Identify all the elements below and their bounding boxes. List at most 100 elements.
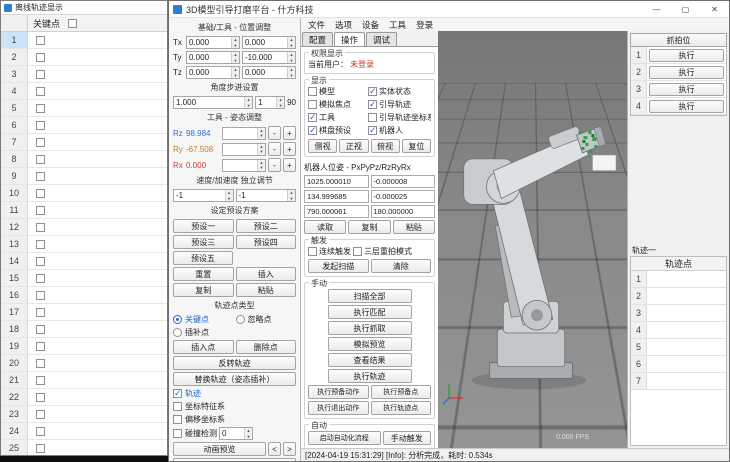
- track-point-row[interactable]: 5: [631, 339, 726, 356]
- ignore-radio[interactable]: [236, 315, 245, 324]
- keypoint-checkbox[interactable]: [36, 342, 45, 351]
- ry-step-spinner[interactable]: ▲▼: [222, 143, 266, 156]
- keypoint-checkbox[interactable]: [36, 410, 45, 419]
- viewport-3d[interactable]: 0.000 FPS: [438, 31, 627, 448]
- keypoint-row[interactable]: 18: [1, 321, 167, 338]
- tab-debug[interactable]: 调试: [366, 32, 397, 46]
- keypoint-checkbox[interactable]: [36, 444, 45, 453]
- keypoint-row-number[interactable]: 10: [1, 185, 28, 201]
- keypoint-column-header[interactable]: 关键点: [28, 17, 167, 30]
- keypoint-checkbox[interactable]: [36, 138, 45, 147]
- keypoint-row[interactable]: 4: [1, 83, 167, 100]
- track-point-row-number[interactable]: 3: [631, 305, 647, 321]
- insert-button[interactable]: 插入: [236, 267, 297, 281]
- keypoint-row[interactable]: 6: [1, 117, 167, 134]
- reset-button[interactable]: 重置: [173, 267, 234, 281]
- keypoint-row[interactable]: 2: [1, 49, 167, 66]
- display-guide-frame[interactable]: 引导轨迹坐标系: [368, 112, 431, 123]
- keypoint-checkbox[interactable]: [36, 172, 45, 181]
- replace-track-button[interactable]: 替换轨迹（姿态插补）: [173, 372, 296, 386]
- keypoint-checkbox[interactable]: [36, 274, 45, 283]
- run-track-point-button[interactable]: 执行轨迹点: [371, 401, 432, 415]
- keypoint-row-number[interactable]: 1: [1, 32, 28, 48]
- clear-button[interactable]: 清除: [371, 259, 432, 273]
- keypoint-checkbox[interactable]: [36, 121, 45, 130]
- capture-row-number[interactable]: 1: [631, 47, 647, 63]
- prev-frame-button[interactable]: <: [268, 442, 281, 456]
- keypoint-row[interactable]: 1: [1, 32, 167, 49]
- keypoint-row[interactable]: 3: [1, 66, 167, 83]
- keypoint-checkbox[interactable]: [36, 70, 45, 79]
- keypoint-row-number[interactable]: 7: [1, 134, 28, 150]
- keypoint-row-number[interactable]: 8: [1, 151, 28, 167]
- menu-options[interactable]: 选项: [330, 19, 357, 31]
- track-checkbox[interactable]: [173, 389, 182, 398]
- maximize-button[interactable]: ▢: [671, 1, 700, 17]
- keypoint-checkbox[interactable]: [36, 257, 45, 266]
- table-corner-cell[interactable]: [1, 15, 28, 31]
- ty-step-spinner[interactable]: 0.000▲▼: [186, 51, 240, 64]
- track-checkbox-line[interactable]: 轨迹: [173, 388, 296, 399]
- pose-px[interactable]: 1025.000010: [304, 175, 369, 188]
- rz-minus-button[interactable]: -: [268, 126, 281, 140]
- feature-frame-checkbox[interactable]: [173, 402, 182, 411]
- keypoint-checkbox[interactable]: [36, 53, 45, 62]
- copy-button[interactable]: 复制: [173, 283, 234, 297]
- side-view-button[interactable]: 侧视: [308, 139, 337, 153]
- keypoint-row-number[interactable]: 21: [1, 372, 28, 388]
- track-point-row[interactable]: 4: [631, 322, 726, 339]
- keypoint-row-number[interactable]: 14: [1, 253, 28, 269]
- paste-button[interactable]: 粘贴: [236, 283, 297, 297]
- tab-config[interactable]: 配置: [302, 32, 333, 46]
- offset-frame-checkbox-line[interactable]: 偏移坐标系: [173, 414, 296, 425]
- insert-point-button[interactable]: 插入点: [173, 340, 234, 354]
- keypoint-row[interactable]: 7: [1, 134, 167, 151]
- ty-value-spinner[interactable]: -10.000▲▼: [242, 51, 296, 64]
- collision-checkbox[interactable]: [173, 429, 182, 438]
- board-preset-checkbox[interactable]: [308, 126, 317, 135]
- menu-tools[interactable]: 工具: [384, 19, 411, 31]
- keypoint-row-number[interactable]: 11: [1, 202, 28, 218]
- keypoint-checkbox[interactable]: [36, 206, 45, 215]
- run-prepare-action-button[interactable]: 执行预备动作: [308, 385, 369, 399]
- display-entity-state[interactable]: 实体状态: [368, 86, 431, 97]
- keypoint-checkbox[interactable]: [36, 223, 45, 232]
- track-point-row[interactable]: 2: [631, 288, 726, 305]
- keypoint-checkbox[interactable]: [36, 36, 45, 45]
- reset-view-button[interactable]: 复位: [402, 139, 431, 153]
- select-all-checkbox[interactable]: [68, 19, 77, 28]
- preset-4-button[interactable]: 预设四: [236, 235, 297, 249]
- ry-minus-button[interactable]: -: [268, 142, 281, 156]
- interp-radio[interactable]: [173, 328, 182, 337]
- track-point-row-cell[interactable]: [647, 363, 726, 365]
- keypoint-checkbox[interactable]: [36, 291, 45, 300]
- minimize-button[interactable]: —: [642, 1, 671, 17]
- pose-read-button[interactable]: 读取: [304, 220, 346, 234]
- preset-1-button[interactable]: 预设一: [173, 219, 234, 233]
- keypoint-row-number[interactable]: 5: [1, 100, 28, 116]
- point-type-interp[interactable]: 插补点: [173, 327, 296, 338]
- rz-plus-button[interactable]: +: [283, 126, 296, 140]
- keypoint-checkbox[interactable]: [36, 359, 45, 368]
- track-point-row[interactable]: 6: [631, 356, 726, 373]
- tx-step-spinner[interactable]: 0.000▲▼: [186, 36, 240, 49]
- keypoint-row[interactable]: 16: [1, 287, 167, 304]
- keypoint-row-number[interactable]: 19: [1, 338, 28, 354]
- run-track-button[interactable]: 执行轨迹: [328, 369, 412, 383]
- run-grab-button[interactable]: 执行抓取: [328, 321, 412, 335]
- keypoint-row-number[interactable]: 25: [1, 440, 28, 455]
- keypoint-checkbox[interactable]: [36, 155, 45, 164]
- keypoint-row[interactable]: 9: [1, 168, 167, 185]
- track-point-row-cell[interactable]: [647, 295, 726, 297]
- close-button[interactable]: ✕: [700, 1, 729, 17]
- track-point-row-number[interactable]: 4: [631, 322, 647, 338]
- menu-device[interactable]: 设备: [357, 19, 384, 31]
- capture-row-number[interactable]: 3: [631, 81, 647, 97]
- rx-plus-button[interactable]: +: [283, 158, 296, 172]
- preset-5-button[interactable]: 预设五: [173, 251, 233, 265]
- pose-ry[interactable]: -0.000025: [371, 190, 436, 203]
- robot-checkbox[interactable]: [368, 126, 377, 135]
- keypoint-row[interactable]: 24: [1, 423, 167, 440]
- track-one-label[interactable]: 轨迹一: [630, 244, 727, 256]
- execute-button[interactable]: 执行: [649, 49, 724, 62]
